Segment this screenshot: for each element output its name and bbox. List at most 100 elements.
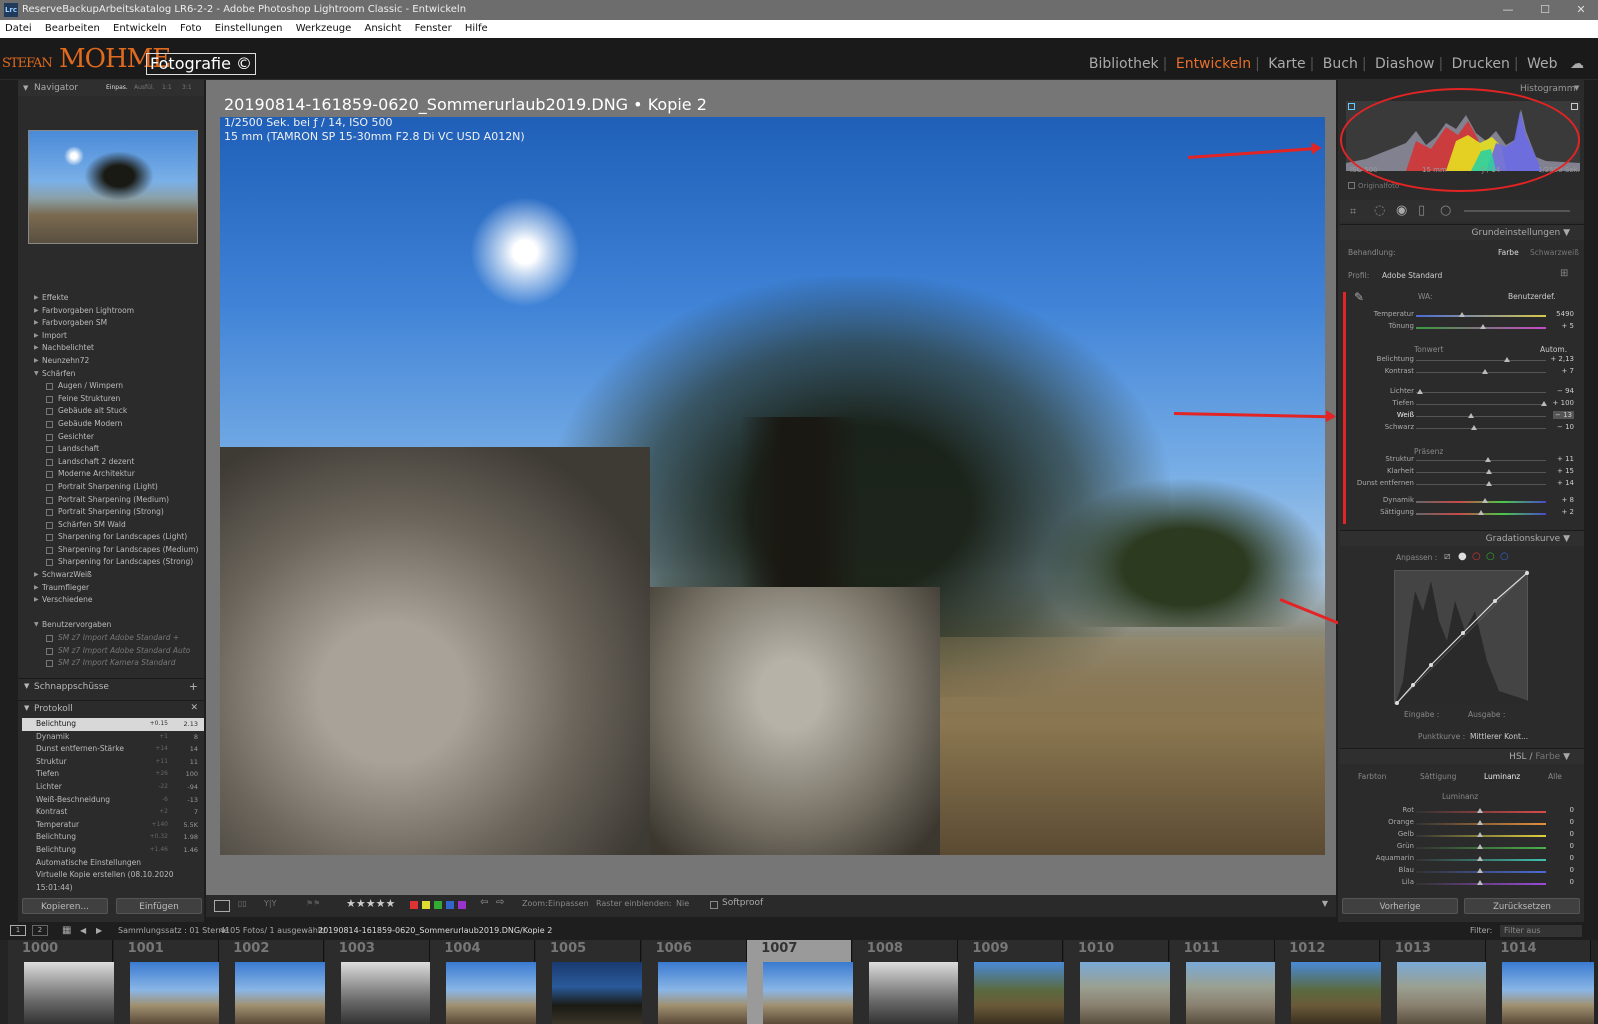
hsl-slider-knob[interactable] <box>1477 832 1483 837</box>
slider-knob[interactable] <box>1485 481 1492 486</box>
preset-item[interactable]: Schärfen SM Wald <box>24 519 204 532</box>
slider-knob[interactable] <box>1482 498 1489 503</box>
hsl-tab-saturation[interactable]: Sättigung <box>1420 772 1456 781</box>
filmstrip-thumbnail[interactable] <box>129 962 222 1024</box>
filmstrip-cell[interactable]: 1003 <box>324 940 433 1024</box>
collapse-triangle-icon[interactable]: ▼ <box>23 80 28 96</box>
paste-settings-button[interactable]: Einfügen <box>116 898 202 914</box>
preset-folder[interactable]: ▶ Nachbelichtet <box>24 342 204 355</box>
hsl-slider-orange[interactable]: Orange 0 <box>1340 818 1580 830</box>
spot-removal-icon[interactable]: ◌ <box>1374 203 1385 218</box>
selected-path[interactable]: 20190814-161859-0620_Sommerurlaub2019.DN… <box>318 922 552 940</box>
left-panel-collapse-strip[interactable] <box>0 80 18 922</box>
history-step[interactable]: Belichtung +0.15 2.13 <box>22 718 204 731</box>
graduated-filter-icon[interactable]: ▯ <box>1418 203 1425 218</box>
hsl-slider-gelb[interactable]: Gelb 0 <box>1340 830 1580 842</box>
filmstrip-cell[interactable]: 1009 <box>958 940 1067 1024</box>
preset-folder[interactable]: ▶ Farbvorgaben SM <box>24 317 204 330</box>
curve-green-icon[interactable]: ○ <box>1486 551 1495 562</box>
preset-folder[interactable]: ▶ Neunzehn72 <box>24 355 204 368</box>
hsl-slider-knob[interactable] <box>1477 808 1483 813</box>
main-photo[interactable] <box>220 117 1325 855</box>
slider-value[interactable]: + 8 <box>1561 496 1574 504</box>
star-rating[interactable]: ★★★★★ <box>346 897 395 910</box>
menu-fenster[interactable]: Fenster <box>415 23 452 34</box>
slider-track[interactable] <box>1416 372 1546 373</box>
slider-knob[interactable] <box>1470 425 1477 430</box>
filmstrip-cell[interactable]: 1014 <box>1486 940 1595 1024</box>
menu-werkzeuge[interactable]: Werkzeuge <box>296 23 352 34</box>
history-step[interactable]: Automatische Einstellungen <box>22 857 204 870</box>
history-step[interactable]: Temperatur +140 5.5K <box>22 819 204 832</box>
zoom-1-1[interactable]: 1:1 <box>162 80 172 96</box>
history-step[interactable]: Belichtung +1.46 1.46 <box>22 844 204 857</box>
preset-folder[interactable]: ▼ Schärfen <box>24 368 204 381</box>
clear-history-icon[interactable]: ✕ <box>190 703 198 713</box>
toolbar-menu-icon[interactable]: ▼ <box>1322 899 1328 908</box>
slider-knob[interactable] <box>1484 457 1491 462</box>
color-label-red[interactable] <box>410 901 418 909</box>
hsl-slider-value[interactable]: 0 <box>1570 878 1574 886</box>
hsl-slider-value[interactable]: 0 <box>1570 818 1574 826</box>
history-header[interactable]: ▼ Protokoll ✕ <box>18 700 204 716</box>
preset-item[interactable]: Gesichter <box>24 431 204 444</box>
menu-einstellungen[interactable]: Einstellungen <box>215 23 283 34</box>
hsl-slider-grün[interactable]: Grün 0 <box>1340 842 1580 854</box>
hsl-slider-knob[interactable] <box>1477 868 1483 873</box>
slider-track[interactable] <box>1416 404 1546 405</box>
navigator-preview[interactable] <box>28 130 198 244</box>
filmstrip-cell[interactable]: 1002 <box>219 940 328 1024</box>
red-eye-icon[interactable]: ◉ <box>1396 203 1407 218</box>
slider-value[interactable]: + 7 <box>1561 367 1574 375</box>
filmstrip-cell[interactable]: 1008 <box>852 940 961 1024</box>
module-web[interactable]: Web <box>1527 56 1558 72</box>
color-label-green[interactable] <box>434 901 442 909</box>
slider-value[interactable]: + 14 <box>1557 479 1574 487</box>
filmstrip-cell[interactable]: 1000 <box>8 940 116 1024</box>
preset-item[interactable]: Portrait Sharpening (Light) <box>24 481 204 494</box>
zoom-fill[interactable]: Ausfül. <box>134 80 155 96</box>
shadow-clipping-icon[interactable] <box>1348 103 1355 110</box>
hsl-slider-rot[interactable]: Rot 0 <box>1340 806 1580 818</box>
highlight-clipping-icon[interactable] <box>1571 103 1578 110</box>
filmstrip-thumbnail[interactable] <box>24 962 116 1024</box>
hsl-tab-all[interactable]: Alle <box>1548 772 1562 781</box>
reset-button[interactable]: Zurücksetzen <box>1464 898 1580 914</box>
hsl-slider-knob[interactable] <box>1477 880 1483 885</box>
basic-section-header[interactable]: Grundeinstellungen ▼ <box>1340 224 1584 240</box>
hsl-tab-luminance[interactable]: Luminanz <box>1484 772 1520 781</box>
zoom-3-1[interactable]: 3:1 <box>182 80 192 96</box>
filmstrip-thumbnail[interactable] <box>1291 962 1384 1024</box>
history-step[interactable]: Lichter -22 -94 <box>22 781 204 794</box>
tone-curve-graph[interactable] <box>1394 570 1530 706</box>
curve-red-icon[interactable]: ○ <box>1472 551 1481 562</box>
filmstrip-thumbnail[interactable] <box>1185 962 1278 1024</box>
crop-tool-icon[interactable]: ⌗ <box>1350 205 1356 219</box>
treatment-bw[interactable]: Schwarzweiß <box>1530 248 1579 257</box>
slider-knob[interactable] <box>1503 357 1510 362</box>
filmstrip-cell[interactable]: 1004 <box>430 940 539 1024</box>
slider-track[interactable] <box>1416 416 1546 417</box>
filmstrip-thumbnail[interactable] <box>1080 962 1172 1024</box>
slider-knob[interactable] <box>1478 510 1485 515</box>
module-diashow[interactable]: Diashow <box>1375 56 1434 72</box>
module-drucken[interactable]: Drucken <box>1452 56 1510 72</box>
grid-value[interactable]: Nie <box>676 899 689 908</box>
preset-folder[interactable]: ▼ Benutzervorgaben <box>24 619 204 632</box>
filmstrip-thumbnail[interactable] <box>235 962 328 1024</box>
collapsed-triangle-icon[interactable]: ▶ <box>34 305 39 318</box>
add-snapshot-icon[interactable]: + <box>189 680 198 693</box>
copy-settings-button[interactable]: Kopieren... <box>22 898 108 914</box>
collapsed-triangle-icon[interactable]: ▶ <box>34 355 39 368</box>
collapsed-triangle-icon[interactable]: ▶ <box>34 594 39 607</box>
curve-rgb-icon[interactable]: ● <box>1458 551 1467 562</box>
collapsed-triangle-icon[interactable]: ▶ <box>34 342 39 355</box>
softproof-checkbox[interactable] <box>710 901 718 909</box>
collapsed-triangle-icon[interactable]: ▶ <box>34 569 39 582</box>
filmstrip-thumbnail[interactable] <box>763 962 856 1024</box>
history-step[interactable]: Tiefen +26 100 <box>22 768 204 781</box>
expanded-triangle-icon[interactable]: ▼ <box>34 619 39 632</box>
maximize-icon[interactable]: ☐ <box>1527 0 1563 20</box>
curve-parametric-icon[interactable]: ⧄ <box>1444 551 1450 562</box>
menu-ansicht[interactable]: Ansicht <box>364 23 401 34</box>
